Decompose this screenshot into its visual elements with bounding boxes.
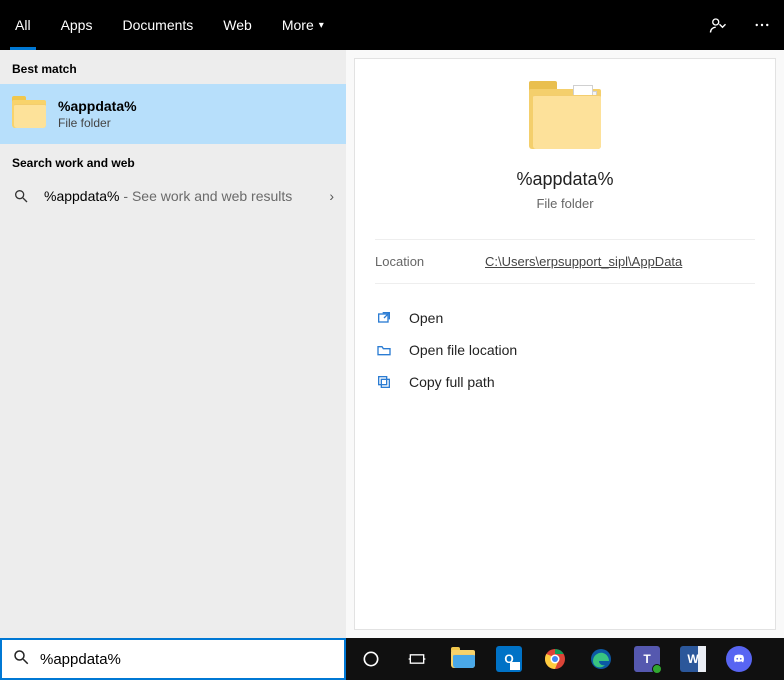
action-label: Copy full path xyxy=(409,374,495,390)
taskbar-discord[interactable] xyxy=(718,642,760,676)
search-icon xyxy=(12,188,30,204)
action-open-location[interactable]: Open file location xyxy=(375,334,755,366)
best-match-title: %appdata% xyxy=(58,98,137,114)
taskbar-outlook[interactable]: O xyxy=(488,642,530,676)
results-panel: Best match %appdata% File folder Search … xyxy=(0,50,346,638)
search-box[interactable] xyxy=(0,638,346,680)
action-label: Open file location xyxy=(409,342,517,358)
web-result-query: %appdata% xyxy=(44,188,120,204)
app-initials: T xyxy=(643,652,650,666)
best-match-text: %appdata% File folder xyxy=(58,98,137,130)
tab-documents[interactable]: Documents xyxy=(107,0,208,50)
preview-subtitle: File folder xyxy=(375,196,755,211)
folder-icon xyxy=(529,89,601,149)
tab-label: Documents xyxy=(122,17,193,33)
search-filter-tabs: All Apps Documents Web More ▾ xyxy=(0,0,784,50)
location-value[interactable]: C:\Users\erpsupport_sipl\AppData xyxy=(485,254,682,269)
folder-open-icon xyxy=(375,342,393,358)
web-result-text: %appdata% - See work and web results xyxy=(44,188,315,204)
search-icon xyxy=(12,648,30,671)
best-match-result[interactable]: %appdata% File folder xyxy=(0,84,346,144)
chevron-right-icon: › xyxy=(329,188,334,204)
taskbar-file-explorer[interactable] xyxy=(442,642,484,676)
taskbar-cortana[interactable] xyxy=(350,642,392,676)
app-initials: W xyxy=(687,652,698,666)
more-options-icon[interactable] xyxy=(740,0,784,50)
best-match-heading: Best match xyxy=(0,50,346,84)
action-copy-path[interactable]: Copy full path xyxy=(375,366,755,398)
taskbar: O T xyxy=(346,638,784,680)
taskbar-word[interactable]: W xyxy=(672,642,714,676)
tab-label: All xyxy=(15,17,31,33)
chevron-down-icon: ▾ xyxy=(319,20,324,31)
taskbar-edge[interactable] xyxy=(580,642,622,676)
action-label: Open xyxy=(409,310,443,326)
preview-panel: %appdata% File folder Location C:\Users\… xyxy=(346,50,784,638)
search-input[interactable] xyxy=(40,651,334,668)
location-label: Location xyxy=(375,254,485,269)
taskbar-teams[interactable]: T xyxy=(626,642,668,676)
taskbar-chrome[interactable] xyxy=(534,642,576,676)
best-match-subtitle: File folder xyxy=(58,116,137,130)
taskbar-task-view[interactable] xyxy=(396,642,438,676)
tab-web[interactable]: Web xyxy=(208,0,267,50)
feedback-icon[interactable] xyxy=(696,0,740,50)
tab-all[interactable]: All xyxy=(0,0,46,50)
web-result-hint: - See work and web results xyxy=(120,188,293,204)
work-web-heading: Search work and web xyxy=(0,144,346,178)
web-search-result[interactable]: %appdata% - See work and web results › xyxy=(0,178,346,214)
action-open[interactable]: Open xyxy=(375,302,755,334)
open-icon xyxy=(375,310,393,326)
tab-more[interactable]: More ▾ xyxy=(267,0,339,50)
preview-title: %appdata% xyxy=(375,169,755,190)
location-row: Location C:\Users\erpsupport_sipl\AppDat… xyxy=(375,239,755,283)
copy-icon xyxy=(375,374,393,390)
tab-label: More xyxy=(282,17,314,33)
tab-label: Apps xyxy=(61,17,93,33)
folder-icon xyxy=(12,100,46,128)
tab-apps[interactable]: Apps xyxy=(46,0,108,50)
tab-label: Web xyxy=(223,17,252,33)
